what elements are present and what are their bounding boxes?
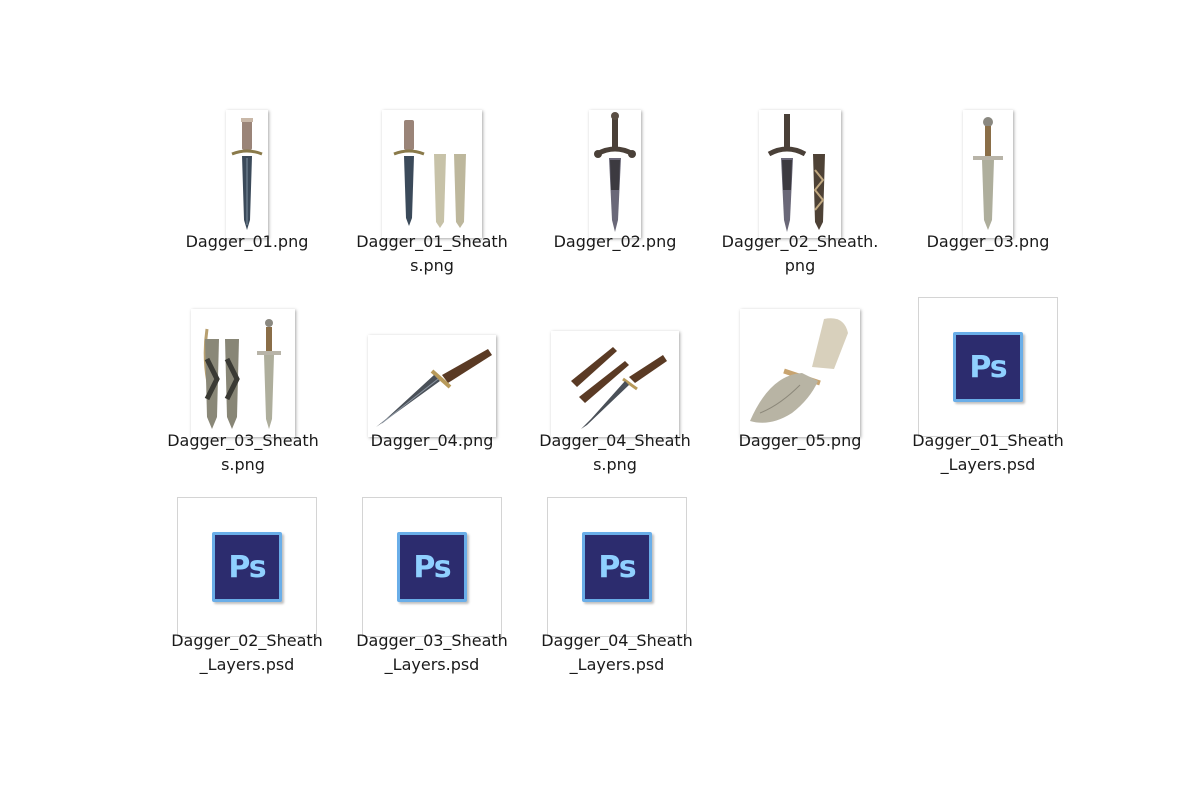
thumbnail-container [339,88,525,238]
file-item-dagger-04-sheath-layers[interactable]: Ps Dagger_04_Sheath_Layers.psd [524,487,710,687]
thumbnail-container [707,88,893,238]
file-name-label: Dagger_04.png [370,431,494,450]
file-name-label: Dagger_03_Sheaths.png [167,431,319,474]
dagger-thumbnail-icon [963,110,1013,238]
thumbnail-container: Ps [154,487,340,637]
file-item-dagger-03[interactable]: Dagger_03.png [895,88,1081,288]
file-item-dagger-03-sheath-layers[interactable]: Ps Dagger_03_Sheath_Layers.psd [339,487,525,687]
file-item-dagger-01-sheath-layers[interactable]: Ps Dagger_01_Sheath_Layers.psd [895,287,1081,487]
horizontal-dagger-thumbnail-icon [368,335,496,437]
file-name-label: Dagger_01_Sheaths.png [356,232,508,275]
thumbnail-container [154,88,340,238]
photoshop-icon: Ps [397,532,467,602]
thumbnail-container [150,287,336,437]
bone-knife-thumbnail-icon [740,309,860,437]
dagger-thumbnail-icon [226,110,268,238]
thumbnail-container: Ps [524,487,710,637]
file-item-dagger-02-sheath[interactable]: Dagger_02_Sheath.png [707,88,893,288]
dagger-with-sheaths-thumbnail-icon [382,110,482,238]
file-item-dagger-02-sheath-layers[interactable]: Ps Dagger_02_Sheath_Layers.psd [154,487,340,687]
dagger-with-sheaths-thumbnail-icon [191,309,295,437]
ornate-dagger-thumbnail-icon [589,110,641,238]
file-name-label: Dagger_03_Sheath_Layers.psd [356,631,508,674]
thumbnail-container: Ps [895,287,1081,437]
photoshop-icon: Ps [953,332,1023,402]
psd-thumbnail: Ps [362,497,502,637]
thumbnail-container [522,88,708,238]
file-item-dagger-04[interactable]: Dagger_04.png [339,287,525,487]
psd-thumbnail: Ps [918,297,1058,437]
photoshop-icon: Ps [582,532,652,602]
file-item-dagger-01[interactable]: Dagger_01.png [154,88,340,288]
dagger-with-sheaths-thumbnail-icon [551,331,679,437]
file-name-label: Dagger_02.png [553,232,677,251]
ornate-dagger-with-sheath-thumbnail-icon [759,110,841,238]
file-name-label: Dagger_02_Sheath.png [721,232,879,275]
file-name-label: Dagger_01_Sheath_Layers.psd [912,431,1064,474]
psd-thumbnail: Ps [547,497,687,637]
file-item-dagger-05[interactable]: Dagger_05.png [707,287,893,487]
file-name-label: Dagger_04_Sheath_Layers.psd [541,631,693,674]
psd-thumbnail: Ps [177,497,317,637]
file-item-dagger-03-sheaths[interactable]: Dagger_03_Sheaths.png [150,287,336,487]
file-item-dagger-01-sheaths[interactable]: Dagger_01_Sheaths.png [339,88,525,288]
file-name-label: Dagger_01.png [185,232,309,251]
file-name-label: Dagger_05.png [738,431,862,450]
thumbnail-container [895,88,1081,238]
file-grid: Dagger_01.png Dagger_01_Sheaths.png Dagg… [0,0,1200,800]
thumbnail-container [522,287,708,437]
thumbnail-container [339,287,525,437]
thumbnail-container [707,287,893,437]
thumbnail-container: Ps [339,487,525,637]
file-item-dagger-04-sheaths[interactable]: Dagger_04_Sheaths.png [522,287,708,487]
file-name-label: Dagger_04_Sheaths.png [539,431,691,474]
file-name-label: Dagger_02_Sheath_Layers.psd [171,631,323,674]
file-item-dagger-02[interactable]: Dagger_02.png [522,88,708,288]
photoshop-icon: Ps [212,532,282,602]
file-name-label: Dagger_03.png [926,232,1050,251]
